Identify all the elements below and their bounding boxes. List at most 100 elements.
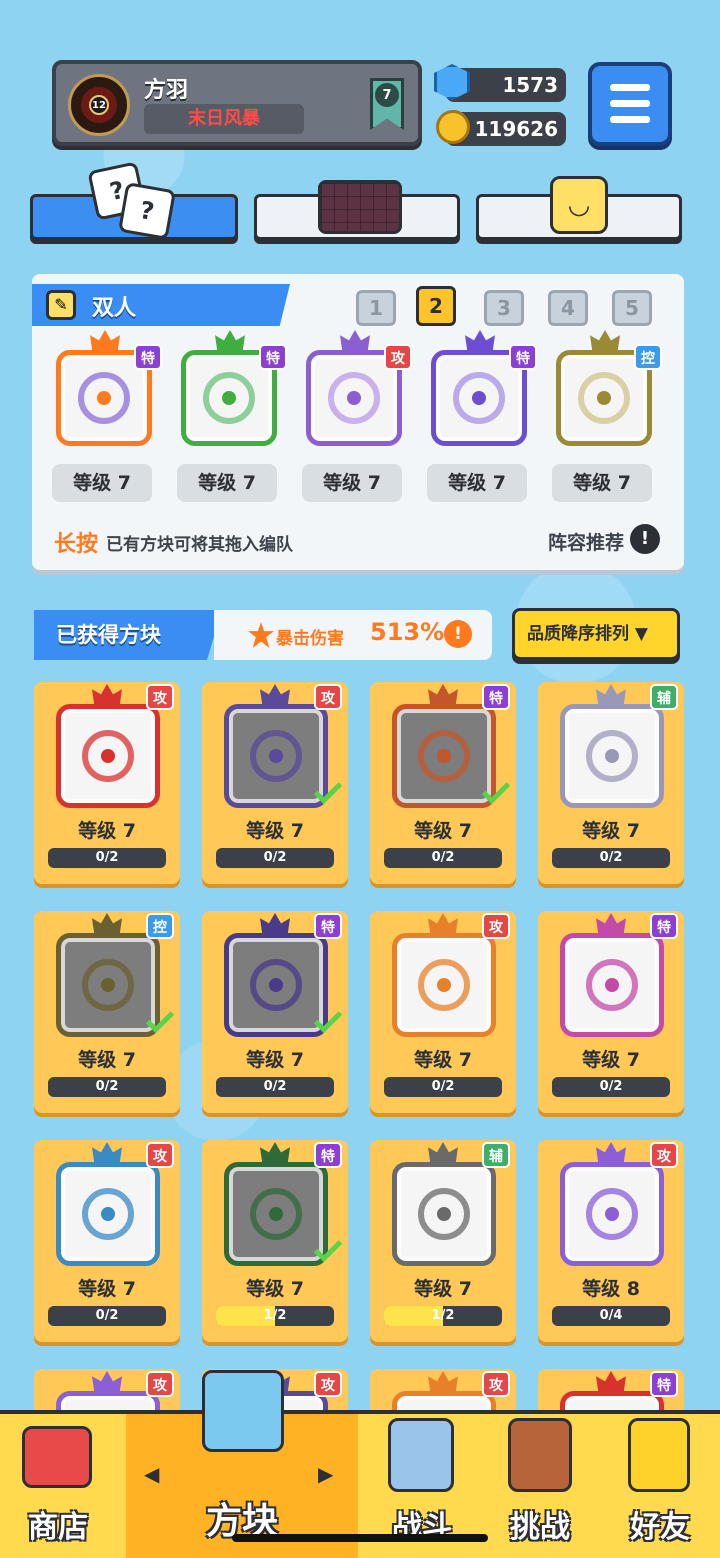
type-tag: 特	[482, 684, 510, 710]
block-cube-icon	[202, 1370, 284, 1452]
team-slot[interactable]: 特等级 7	[177, 330, 289, 504]
block-icon	[56, 1162, 160, 1266]
team-page-1[interactable]: 1	[356, 290, 396, 326]
upgrade-progress-bar: 0/2	[552, 1077, 670, 1097]
upgrade-progress-bar: 1/2	[216, 1306, 334, 1326]
owned-blocks-title: 已获得方块	[34, 610, 222, 660]
sort-dropdown[interactable]: 品质降序排列 ▼	[512, 608, 680, 660]
upgrade-progress-bar: 1/2	[384, 1306, 502, 1326]
upgrade-progress-text: 1/2	[263, 1308, 287, 1323]
team-slot[interactable]: 控等级 7	[552, 330, 664, 504]
recommend-button[interactable]: 阵容推荐	[548, 528, 624, 555]
upgrade-progress-bar: 0/2	[384, 848, 502, 868]
hint-text: 已有方块可将其拖入编队	[106, 535, 293, 555]
block-icon	[224, 1162, 343, 1266]
upgrade-progress-bar: 0/2	[216, 1077, 334, 1097]
type-tag: 攻	[146, 684, 174, 710]
team-page-3[interactable]: 3	[484, 290, 524, 326]
block-card[interactable]: 控等级 7 0/2	[34, 911, 180, 1113]
type-tag: 攻	[650, 1142, 678, 1168]
upgrade-progress-text: 0/2	[599, 850, 623, 865]
type-tag: 特	[650, 913, 678, 939]
upgrade-progress-text: 0/2	[431, 850, 455, 865]
team-slot[interactable]: 攻等级 7	[302, 330, 414, 504]
menu-button[interactable]	[588, 62, 672, 146]
team-slot[interactable]: 特等级 7	[52, 330, 164, 504]
card-level: 等级 7	[78, 1278, 136, 1300]
card-level: 等级 8	[582, 1278, 640, 1300]
block-icon	[392, 704, 511, 808]
block-card[interactable]: 攻等级 8 0/4	[538, 1140, 684, 1342]
nav-friends[interactable]: 好友	[600, 1414, 720, 1558]
player-title: 末日风暴	[144, 104, 304, 134]
checkmark-icon	[313, 775, 343, 805]
player-avatar[interactable]: 12	[68, 74, 130, 136]
type-tag: 特	[314, 913, 342, 939]
checkmark-icon	[145, 1004, 175, 1034]
type-tag: 攻	[314, 1371, 342, 1397]
upgrade-progress-text: 0/2	[431, 1079, 455, 1094]
block-card[interactable]: 攻等级 7 0/2	[34, 1140, 180, 1342]
home-indicator	[232, 1534, 488, 1542]
upgrade-progress-text: 0/2	[263, 1079, 287, 1094]
block-card[interactable]: 特等级 7 1/2	[202, 1140, 348, 1342]
nav-shop[interactable]: 商店	[0, 1414, 116, 1558]
hint-emphasis: 长按	[54, 532, 99, 557]
upgrade-progress-bar: 0/2	[216, 848, 334, 868]
block-card[interactable]: 特等级 7 0/2	[202, 911, 348, 1113]
upgrade-progress-bar: 0/2	[48, 848, 166, 868]
block-card[interactable]: 辅等级 7 1/2	[370, 1140, 516, 1342]
team-page-4[interactable]: 4	[548, 290, 588, 326]
block-card[interactable]: 攻等级 7 0/2	[34, 682, 180, 884]
type-tag: 攻	[384, 344, 412, 370]
exclamation-icon[interactable]: !	[630, 524, 660, 554]
block-card[interactable]: 攻等级 7 0/2	[370, 911, 516, 1113]
type-tag: 攻	[482, 913, 510, 939]
slot-level: 等级 7	[302, 464, 402, 502]
coin-icon	[436, 110, 470, 144]
team-slot[interactable]: 特等级 7	[427, 330, 539, 504]
card-level: 等级 7	[246, 820, 304, 842]
card-level: 等级 7	[414, 1278, 472, 1300]
upgrade-progress-bar: 0/2	[384, 1077, 502, 1097]
block-icon	[560, 1162, 664, 1266]
block-card[interactable]: 辅等级 7 0/2	[538, 682, 684, 884]
team-page-5[interactable]: 5	[612, 290, 652, 326]
type-tag: 攻	[146, 1142, 174, 1168]
burst-icon	[248, 622, 274, 648]
player-profile-card[interactable]: 12 方羽 末日风暴 7	[52, 60, 422, 146]
pencil-icon[interactable]: ✎	[46, 290, 76, 320]
nav-challenge[interactable]: 挑战	[482, 1414, 598, 1558]
upgrade-progress-text: 0/2	[95, 1079, 119, 1094]
slot-level: 等级 7	[552, 464, 652, 502]
type-tag: 辅	[650, 684, 678, 710]
slot-level: 等级 7	[52, 464, 152, 502]
type-tag: 特	[650, 1371, 678, 1397]
nav-right-arrow-icon[interactable]: ▶	[318, 1462, 333, 1486]
crit-label: 暴击伤害	[276, 629, 344, 649]
card-level: 等级 7	[246, 1278, 304, 1300]
team-page-2[interactable]: 2	[416, 286, 456, 326]
block-icon	[560, 933, 664, 1037]
type-tag: 攻	[482, 1371, 510, 1397]
upgrade-progress-bar: 0/2	[48, 1306, 166, 1326]
block-card[interactable]: 特等级 7 0/2	[538, 911, 684, 1113]
upgrade-progress-bar: 0/2	[552, 848, 670, 868]
nav-left-arrow-icon[interactable]: ◀	[144, 1462, 159, 1486]
avatar-level-badge: 12	[89, 95, 109, 115]
upgrade-progress-bar: 0/4	[552, 1306, 670, 1326]
type-tag: 攻	[146, 1371, 174, 1397]
type-tag: 特	[509, 344, 537, 370]
slot-level: 等级 7	[177, 464, 277, 502]
block-card[interactable]: 特等级 7 0/2	[370, 682, 516, 884]
upgrade-progress-text: 0/2	[95, 1308, 119, 1323]
block-card[interactable]: 攻等级 7 0/2	[202, 682, 348, 884]
card-level: 等级 7	[582, 820, 640, 842]
type-tag: 攻	[314, 684, 342, 710]
crit-value: 513%	[370, 618, 445, 646]
card-level: 等级 7	[414, 820, 472, 842]
type-tag: 特	[134, 344, 162, 370]
crit-info-icon[interactable]: !	[444, 620, 472, 648]
card-level: 等级 7	[246, 1049, 304, 1071]
block-icon	[392, 1162, 496, 1266]
